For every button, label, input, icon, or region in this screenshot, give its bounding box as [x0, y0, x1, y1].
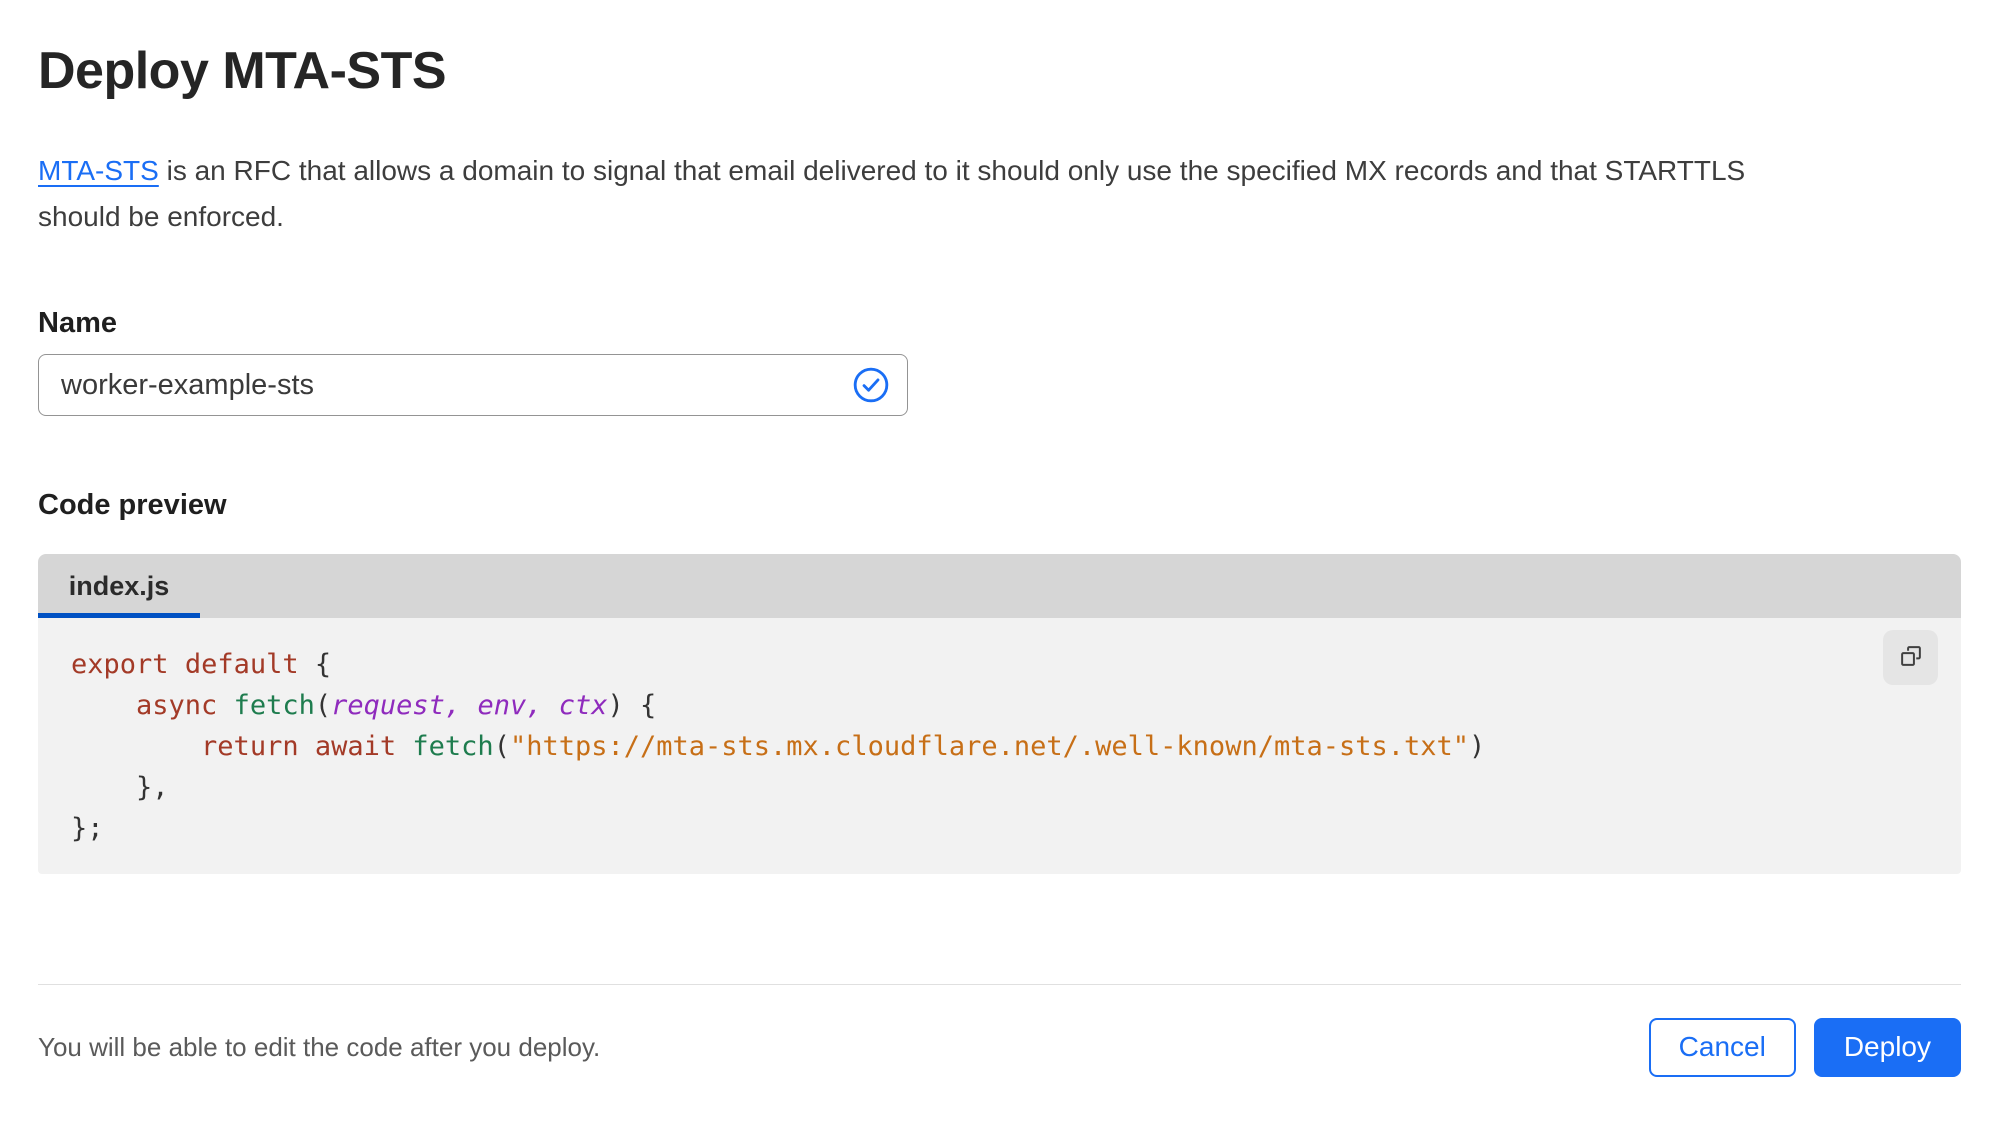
cancel-button[interactable]: Cancel — [1648, 1017, 1796, 1077]
copy-icon — [1897, 642, 1925, 673]
check-circle-icon — [852, 366, 890, 404]
code-line: }; — [71, 808, 1961, 849]
code-area: export default { async fetch(request, en… — [38, 618, 1961, 874]
code-preview-panel: index.js export default { async fetch(re… — [38, 554, 1961, 874]
code-token: default — [184, 649, 299, 680]
tab-index-js[interactable]: index.js — [38, 554, 200, 618]
footer: You will be able to edit the code after … — [38, 1017, 1961, 1077]
code-token: }, — [71, 772, 169, 803]
code-token: env — [477, 690, 527, 721]
code-tabbar: index.js — [38, 554, 1961, 618]
code-line: return await fetch("https://mta-sts.mx.c… — [71, 726, 1961, 767]
code-line: async fetch(request, env, ctx) { — [71, 685, 1961, 726]
code-token: }; — [71, 813, 104, 844]
code-token: ( — [493, 731, 510, 762]
code-token: async — [136, 690, 218, 721]
tab-index-js-label: index.js — [68, 570, 170, 601]
footer-actions: Cancel Deploy — [1648, 1017, 1961, 1077]
name-input[interactable] — [38, 354, 908, 416]
description-line1: is an RFC that allows a domain to signal… — [158, 155, 1746, 186]
code-preview-label: Code preview — [38, 489, 227, 521]
mta-sts-link[interactable]: MTA-STS — [38, 155, 159, 186]
code-token: ) — [1469, 731, 1486, 762]
description: MTA-STS is an RFC that allows a domain t… — [38, 148, 1961, 240]
code-token: fetch — [233, 690, 315, 721]
code-token: return — [201, 731, 299, 762]
footer-divider — [38, 984, 1961, 985]
code-token: ( — [314, 690, 332, 721]
code-token: request — [331, 690, 445, 721]
code-token: ) { — [607, 690, 657, 721]
code-token: await — [314, 731, 397, 762]
code-line: }, — [71, 767, 1961, 808]
deploy-button[interactable]: Deploy — [1813, 1017, 1961, 1077]
footer-note: You will be able to edit the code after … — [38, 1031, 601, 1062]
code-token: export — [71, 649, 169, 680]
page-title: Deploy MTA-STS — [38, 42, 447, 100]
description-line2: should be enforced. — [38, 201, 284, 232]
code-token: "https://mta-sts.mx.cloudflare.net/.well… — [509, 731, 1470, 762]
code-token: , — [526, 690, 559, 721]
name-label: Name — [38, 307, 117, 339]
code-token: fetch — [412, 731, 494, 762]
deploy-mta-sts-page: Deploy MTA-STS MTA-STS is an RFC that al… — [0, 0, 1999, 1138]
code-block: export default { async fetch(request, en… — [71, 644, 1961, 849]
code-line: export default { — [71, 644, 1961, 685]
code-token: , — [444, 690, 478, 721]
code-token: { — [298, 649, 332, 680]
name-input-wrap — [38, 354, 908, 416]
code-token: ctx — [558, 690, 608, 721]
copy-code-button[interactable] — [1883, 630, 1938, 685]
